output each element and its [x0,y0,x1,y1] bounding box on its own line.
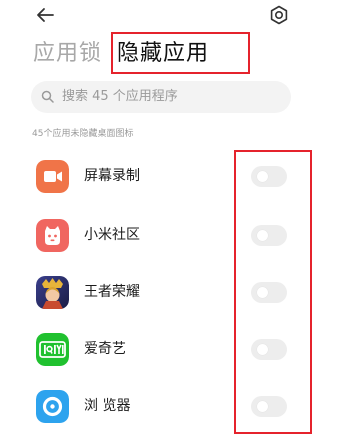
honor-of-kings-icon [36,276,69,309]
app-name: 爱奇艺 [84,341,126,357]
iqiyi-icon [36,333,69,366]
settings-gear-icon[interactable] [268,4,290,26]
apps-count-caption: 45个应用未隐藏桌面图标 [32,129,134,139]
app-name: 浏 览器 [84,398,131,414]
arrow-left-icon[interactable] [34,4,56,26]
screen-recorder-icon [36,160,69,193]
browser-icon [36,390,69,423]
highlight-box-toggles [234,150,312,434]
highlight-box-tab [111,32,250,74]
app-name: 王者荣耀 [84,284,140,300]
search-input[interactable]: 搜索 45 个应用程序 [31,81,291,113]
tab-app-lock[interactable]: 应用锁 [33,36,102,72]
app-name: 屏幕录制 [84,168,140,184]
search-placeholder: 搜索 45 个应用程序 [62,89,178,104]
app-name: 小米社区 [84,227,140,243]
search-icon [41,90,54,103]
top-bar [0,0,350,32]
mi-community-icon [36,219,69,252]
